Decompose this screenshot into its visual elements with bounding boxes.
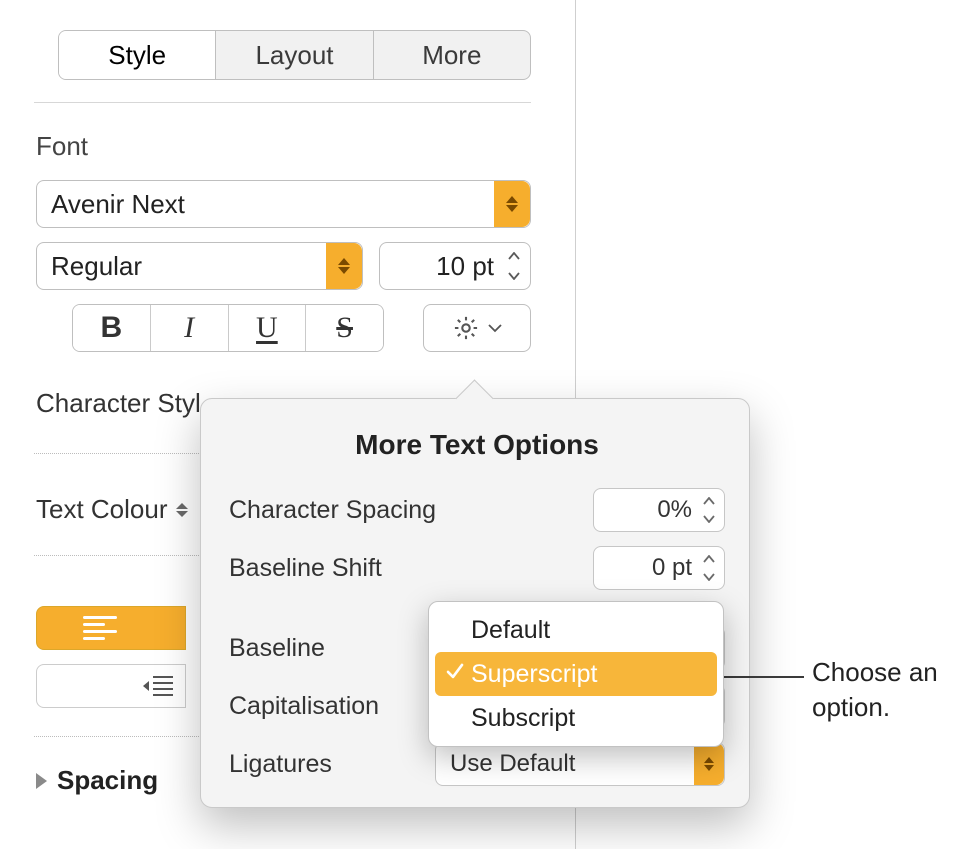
character-spacing-field[interactable]: 0% <box>593 488 725 532</box>
spacing-label: Spacing <box>57 765 158 796</box>
stepper-down-icon[interactable] <box>697 569 721 586</box>
chevron-down-icon <box>488 323 502 333</box>
divider <box>34 102 531 103</box>
italic-button[interactable]: I <box>151 305 229 351</box>
baseline-shift-row: Baseline Shift 0 pt <box>229 539 725 597</box>
baseline-label: Baseline <box>229 634 325 663</box>
ligatures-popup[interactable]: Use Default <box>435 742 725 786</box>
stepper-up-icon[interactable] <box>502 246 526 265</box>
popup-stepper-icon <box>326 243 362 289</box>
callout-text: Choose an option. <box>812 655 938 725</box>
baseline-dropdown-menu: Default Superscript Subscript <box>428 601 724 747</box>
tab-more[interactable]: More <box>374 31 530 79</box>
font-weight-popup[interactable]: Regular <box>36 242 363 290</box>
character-spacing-row: Character Spacing 0% <box>229 481 725 539</box>
text-colour-label: Text Colour <box>36 494 168 525</box>
font-section-label: Font <box>36 131 575 162</box>
tab-style[interactable]: Style <box>59 31 216 79</box>
font-size-field[interactable]: 10 pt <box>379 242 531 290</box>
baseline-option-default[interactable]: Default <box>429 608 723 652</box>
stepper-up-icon[interactable] <box>697 550 721 567</box>
font-weight-value: Regular <box>51 251 142 282</box>
popup-stepper-icon <box>494 181 530 227</box>
disclosure-triangle-icon <box>36 773 47 789</box>
font-size-stepper[interactable] <box>502 246 526 286</box>
updown-chevron-icon <box>176 503 188 517</box>
menu-item-label: Default <box>471 616 550 645</box>
popover-title: More Text Options <box>229 429 725 461</box>
popup-cap-icon <box>694 743 724 785</box>
baseline-shift-value: 0 pt <box>652 554 692 582</box>
callout-leader-line <box>720 676 804 678</box>
stepper-down-icon[interactable] <box>697 511 721 528</box>
baseline-shift-label: Baseline Shift <box>229 554 382 583</box>
strikethrough-button[interactable]: S <box>306 305 383 351</box>
decrease-indent-button[interactable] <box>36 664 186 708</box>
gear-icon <box>452 314 480 342</box>
font-family-value: Avenir Next <box>51 189 185 220</box>
character-spacing-value: 0% <box>657 496 692 524</box>
ligatures-label: Ligatures <box>229 750 332 779</box>
ligatures-value: Use Default <box>450 750 575 778</box>
align-left-icon <box>83 616 117 640</box>
font-size-value: 10 pt <box>436 251 494 282</box>
bold-button[interactable]: B <box>73 305 151 351</box>
tab-layout[interactable]: Layout <box>216 31 373 79</box>
checkmark-icon <box>445 659 465 688</box>
baseline-shift-stepper[interactable] <box>697 550 721 586</box>
character-spacing-label: Character Spacing <box>229 496 436 525</box>
advanced-text-options-button[interactable] <box>423 304 531 352</box>
baseline-option-superscript[interactable]: Superscript <box>435 652 717 696</box>
menu-item-label: Superscript <box>471 660 597 689</box>
underline-button[interactable]: U <box>229 305 307 351</box>
menu-item-label: Subscript <box>471 704 575 733</box>
character-spacing-stepper[interactable] <box>697 492 721 528</box>
align-left-button[interactable] <box>36 606 186 650</box>
inspector-tabs: Style Layout More <box>58 30 531 80</box>
indent-left-icon <box>141 673 175 699</box>
stepper-down-icon[interactable] <box>502 267 526 286</box>
capitalisation-label: Capitalisation <box>229 692 379 721</box>
font-family-popup[interactable]: Avenir Next <box>36 180 531 228</box>
baseline-option-subscript[interactable]: Subscript <box>429 696 723 740</box>
stepper-up-icon[interactable] <box>697 492 721 509</box>
baseline-shift-field[interactable]: 0 pt <box>593 546 725 590</box>
text-style-segment: B I U S <box>72 304 384 352</box>
